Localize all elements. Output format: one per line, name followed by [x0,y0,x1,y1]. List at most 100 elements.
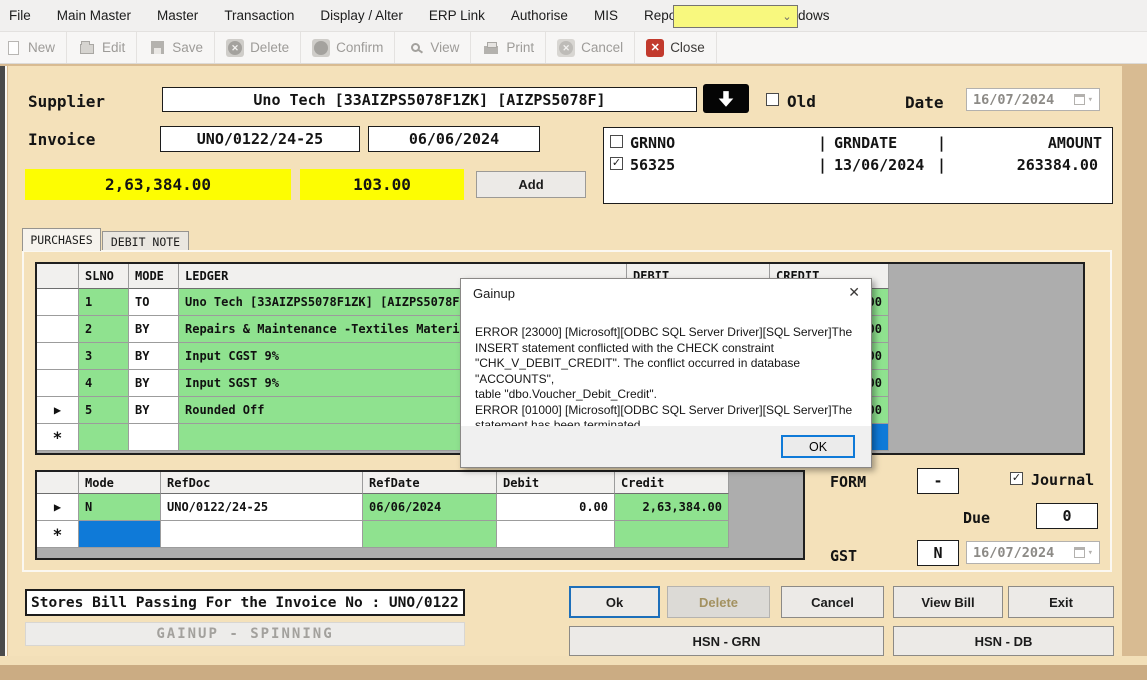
print-button[interactable]: Print [471,32,546,63]
supplier-lookup-button[interactable] [703,84,749,113]
old-checkbox[interactable] [766,93,779,106]
cell-mode[interactable]: BY [129,370,179,397]
menu-item-display-alter[interactable]: Display / Alter [307,8,416,23]
cell-refdoc[interactable]: UNO/0122/24-25 [161,494,363,521]
cell-slno[interactable]: 1 [79,289,129,316]
window-left-edge [0,66,7,656]
old-label: Old [787,92,816,111]
menu-item-authorise[interactable]: Authorise [498,8,581,23]
current-row-marker[interactable]: ▶ [37,397,79,424]
cell-mode-selected[interactable] [79,521,161,548]
delete-bill-button: Delete [667,586,770,618]
cell-credit[interactable]: 2,63,384.00 [615,494,729,521]
cell-slno[interactable]: 4 [79,370,129,397]
row-selector[interactable] [37,370,79,397]
view-button[interactable]: View [395,32,471,63]
cell-mode[interactable] [129,424,179,451]
dialog-message: ERROR [23000] [Microsoft][ODBC SQL Serve… [475,325,859,434]
menu-item-master[interactable]: Master [144,8,211,23]
gst-label: GST [830,547,857,565]
cell-mode[interactable]: BY [129,397,179,424]
gst-date-field[interactable]: 16/07/2024 ▾ [966,541,1100,564]
row-selector[interactable] [37,316,79,343]
dialog-close-icon[interactable]: ✕ [848,284,860,301]
save-label: Save [172,40,203,55]
new-row-marker[interactable]: * [37,521,79,548]
confirm-button[interactable]: Confirm [301,32,395,63]
save-floppy-icon [148,39,166,57]
bill-description-field[interactable]: Stores Bill Passing For the Invoice No :… [25,589,465,616]
calendar-icon[interactable] [1074,94,1085,105]
new-row-marker[interactable]: * [37,424,79,451]
error-dialog: Gainup ✕ ERROR [23000] [Microsoft][ODBC … [460,278,872,468]
close-label: Close [670,40,705,55]
grn-select-all-checkbox[interactable] [610,135,623,148]
header-selector [37,472,79,494]
hsn-db-button[interactable]: HSN - DB [893,626,1114,656]
close-button[interactable]: ✕Close [635,32,717,63]
cancel-bill-button[interactable]: Cancel [781,586,884,618]
row-selector[interactable] [37,289,79,316]
cell-refdoc[interactable] [161,521,363,548]
cell-mode[interactable]: TO [129,289,179,316]
delete-button[interactable]: ✕Delete [215,32,301,63]
calendar-dropdown-icon[interactable]: ▾ [1088,95,1093,105]
row-selector[interactable] [37,343,79,370]
grn-row-no[interactable]: 56325 [630,156,675,174]
dialog-message-line: ERROR [23000] [Microsoft][ODBC SQL Serve… [475,325,859,341]
new-document-icon [4,39,22,57]
windows-selector-combo[interactable]: ⌄ [673,5,798,28]
edit-button[interactable]: Edit [67,32,137,63]
menu-item-transaction[interactable]: Transaction [211,8,307,23]
cell-slno[interactable]: 5 [79,397,129,424]
calendar-icon[interactable] [1074,547,1085,558]
grn-list-panel: GRNNO | GRNDATE | AMOUNT ✓ 56325 | 13/06… [603,127,1113,204]
tab-debit-note[interactable]: DEBIT NOTE [102,231,189,251]
due-field[interactable]: 0 [1036,503,1098,529]
cell-debit[interactable]: 0.00 [497,494,615,521]
bill-passing-form: Supplier Uno Tech [33AIZPS5078F1ZK] [AIZ… [8,66,1122,656]
tab-purchases[interactable]: PURCHASES [22,228,101,251]
quantity-field[interactable]: 103.00 [300,169,464,200]
cell-slno[interactable]: 3 [79,343,129,370]
view-bill-button[interactable]: View Bill [893,586,1003,618]
calendar-dropdown-icon[interactable]: ▾ [1088,548,1093,558]
menu-item-mis[interactable]: MIS [581,8,631,23]
date-field[interactable]: 16/07/2024 ▾ [966,88,1100,111]
supplier-label: Supplier [28,92,105,111]
ok-button[interactable]: Ok [569,586,660,618]
invoice-date-input[interactable]: 06/06/2024 [368,126,540,152]
supplier-input[interactable]: Uno Tech [33AIZPS5078F1ZK] [AIZPS5078F] [162,87,697,112]
cell-credit[interactable] [615,521,729,548]
dialog-ok-button[interactable]: OK [781,435,855,458]
menu-item-erp-link[interactable]: ERP Link [416,8,498,23]
cancel-button[interactable]: ✕Cancel [546,32,635,63]
cell-slno[interactable] [79,424,129,451]
current-row-marker[interactable]: ▶ [37,494,79,521]
exit-button[interactable]: Exit [1008,586,1114,618]
new-button[interactable]: New [0,32,67,63]
dialog-title: Gainup [473,286,515,301]
add-button[interactable]: Add [476,171,586,198]
chevron-down-icon[interactable]: ⌄ [777,10,797,23]
cell-slno[interactable]: 2 [79,316,129,343]
menu-item-main-master[interactable]: Main Master [44,8,144,23]
cell-refdate[interactable] [363,521,497,548]
gst-field[interactable]: N [917,540,959,566]
form-field[interactable]: - [917,468,959,494]
header-refdoc: RefDoc [161,472,363,494]
bill-amount-field[interactable]: 2,63,384.00 [25,169,291,200]
cell-mode[interactable]: BY [129,343,179,370]
hsn-grn-button[interactable]: HSN - GRN [569,626,884,656]
invoice-number-input[interactable]: UNO/0122/24-25 [160,126,360,152]
journal-checkbox[interactable]: ✓ [1010,472,1023,485]
grn-row-checkbox[interactable]: ✓ [610,157,623,170]
cell-debit[interactable] [497,521,615,548]
save-button[interactable]: Save [137,32,215,63]
dialog-message-line: INSERT statement conflicted with the CHE… [475,341,859,357]
cell-mode[interactable]: BY [129,316,179,343]
menu-item-file[interactable]: File [0,8,44,23]
header-debit: Debit [497,472,615,494]
cell-mode[interactable]: N [79,494,161,521]
cell-refdate[interactable]: 06/06/2024 [363,494,497,521]
